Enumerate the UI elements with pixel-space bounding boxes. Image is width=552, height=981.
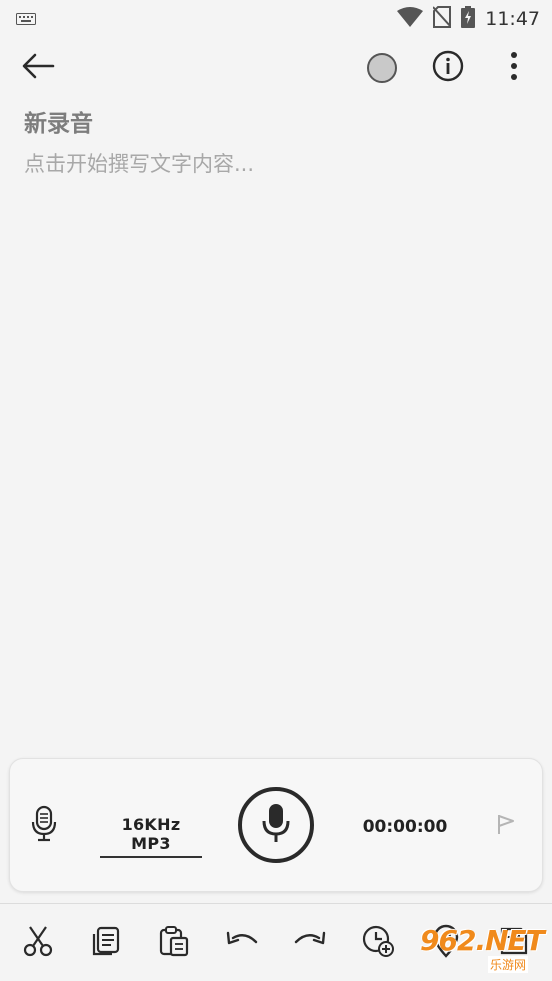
cut-icon: [22, 925, 54, 961]
record-mic-icon: [261, 802, 291, 848]
record-button[interactable]: [238, 787, 314, 863]
undo-button[interactable]: [220, 921, 264, 965]
redo-icon: [293, 930, 327, 956]
save-button[interactable]: [492, 921, 536, 965]
add-timestamp-button[interactable]: [356, 921, 400, 965]
add-timestamp-icon: [361, 924, 395, 962]
info-button[interactable]: [428, 48, 468, 88]
status-bar: 11:47: [0, 0, 552, 38]
back-arrow-icon: [21, 53, 55, 83]
microphone-icon: [30, 805, 58, 847]
copy-button[interactable]: [84, 921, 128, 965]
note-title[interactable]: 新录音: [24, 104, 93, 138]
more-options-button[interactable]: [494, 48, 534, 88]
location-icon: [432, 924, 460, 962]
more-vert-icon: [509, 51, 519, 85]
info-icon: [432, 50, 464, 86]
mark-button[interactable]: [496, 813, 516, 839]
recording-timer: 00:00:00: [362, 817, 448, 837]
paste-icon: [158, 925, 190, 961]
location-button[interactable]: [424, 921, 468, 965]
no-sim-icon: [432, 6, 452, 32]
color-picker-button[interactable]: [362, 48, 402, 88]
cut-button[interactable]: [16, 921, 60, 965]
battery-charging-icon: [461, 6, 476, 32]
wifi-icon: [397, 7, 424, 31]
save-icon: [499, 926, 529, 960]
bottom-toolbar: [0, 904, 552, 981]
note-body-input[interactable]: 点击开始撰写文字内容...: [24, 148, 524, 178]
undo-icon: [225, 930, 259, 956]
status-time: 11:47: [485, 8, 540, 30]
audio-format-selector[interactable]: 16KHz MP3: [100, 815, 202, 858]
app-bar: [0, 40, 552, 96]
redo-button[interactable]: [288, 921, 332, 965]
paste-button[interactable]: [152, 921, 196, 965]
back-button[interactable]: [18, 48, 58, 88]
flag-icon: [496, 815, 516, 839]
microphone-source-button[interactable]: [30, 805, 58, 847]
copy-icon: [91, 926, 121, 960]
keyboard-icon: [16, 10, 36, 29]
recorder-panel: 16KHz MP3 00:00:00: [9, 758, 543, 892]
color-circle-icon: [367, 53, 397, 83]
